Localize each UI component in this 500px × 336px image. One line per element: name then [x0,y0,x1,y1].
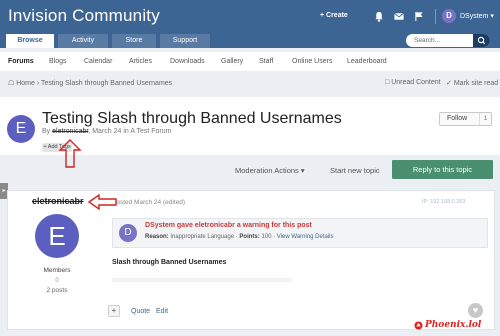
mark-read-link[interactable]: ✓ Mark site read [446,79,498,87]
tab-browse[interactable]: Browse [6,34,54,48]
breadcrumb-topic[interactable]: Testing Slash through Banned Usernames [41,80,172,87]
secondary-nav: Forums Blogs Calendar Articles Downloads… [0,52,500,71]
breadcrumb: ☖ Home › Testing Slash through Banned Us… [8,79,172,87]
create-button[interactable]: + Create [320,12,348,19]
user-avatar[interactable]: D [442,9,456,23]
user-menu[interactable]: DSystem ▾ [460,12,494,20]
author-post-count: 2 posts [46,287,68,294]
unread-label: Unread Content [391,79,441,86]
edit-button[interactable]: Edit [156,308,168,315]
subnav-online-users[interactable]: Online Users [292,58,332,65]
author-reputation: 0 [55,278,59,284]
multiquote-button[interactable]: + [108,305,120,317]
search-box: Search... [406,34,490,47]
subnav-blogs[interactable]: Blogs [49,58,67,65]
unread-content-link[interactable]: □ Unread Content [385,79,441,86]
post-content-faded [112,278,292,282]
points-label: Points: [239,234,260,240]
topic-title: Testing Slash through Banned Usernames [42,110,342,127]
heart-icon[interactable]: ♥ [468,303,483,318]
topic-meta: By eletronicabr, March 24 in A Test Foru… [42,128,171,135]
tab-store[interactable]: Store [112,34,156,48]
add-tags-button[interactable]: + Add Tags [42,143,72,152]
topic-date-forum: , March 24 in A Test Forum [88,128,172,135]
flag-icon[interactable] [413,11,425,22]
subnav-staff[interactable]: Staff [259,58,273,65]
site-header: Invision Community + Create D DSystem ▾ … [0,0,500,48]
topic-author-avatar[interactable]: E [7,115,35,143]
tab-activity[interactable]: Activity [58,34,108,48]
tab-support[interactable]: Support [160,34,210,48]
reason-label: Reason: [145,234,169,240]
post-author-avatar[interactable]: E [35,214,79,258]
post-content: Slash through Banned Usernames [112,259,227,266]
quote-button[interactable]: Quote [131,308,150,315]
header-divider [435,9,436,24]
warning-moderator-avatar[interactable]: D [119,224,137,242]
subnav-articles[interactable]: Articles [129,58,152,65]
start-new-topic-button[interactable]: Start new topic [330,166,380,175]
reason-value: Inappropriate Language [170,234,235,240]
envelope-icon[interactable] [393,11,405,22]
search-button[interactable] [473,34,490,47]
subnav-forums[interactable]: Forums [8,58,34,65]
moderation-actions-menu[interactable]: Moderation Actions ▾ [235,166,305,175]
post-card [7,190,495,330]
subnav-gallery[interactable]: Gallery [221,58,243,65]
warning-title: DSystem gave eletronicabr a warning for … [145,222,312,229]
breadcrumb-home[interactable]: Home [16,80,35,87]
bell-icon[interactable] [373,11,385,22]
post-author[interactable]: eletronicabr [32,196,84,206]
topic-author-link[interactable]: eletronicabr [52,128,88,135]
subnav-downloads[interactable]: Downloads [170,58,205,65]
reply-button[interactable]: Reply to this topic [392,160,493,179]
unread-icon: □ [385,79,390,86]
search-input[interactable]: Search... [414,37,440,44]
user-name: DSystem [460,13,489,20]
post-ip[interactable]: IP: 192.168.0.263 [422,199,465,205]
mark-read-label: Mark site read [453,80,499,87]
topic-by: By [42,128,51,135]
follow-count: 1 [479,113,491,125]
main-tabs: Browse Activity Store Support [6,34,214,48]
points-value: 100 [261,234,272,240]
watermark: Phoenix.lol [425,320,482,330]
search-icon [477,36,486,45]
site-title[interactable]: Invision Community [8,6,160,26]
warning-detail: Reason: Inappropriate Language · Points:… [145,234,334,240]
subnav-calendar[interactable]: Calendar [84,58,112,65]
view-warning-link[interactable]: View Warning Details [277,234,334,240]
post-date: Posted March 24 (edited) [112,199,185,206]
subnav-leaderboard[interactable]: Leaderboard [347,58,387,65]
check-icon: ✓ [446,80,452,87]
home-icon: ☖ [8,80,15,87]
phoenix-logo-icon [414,321,423,330]
follow-button[interactable]: Follow 1 [439,112,492,126]
author-group: Members [43,267,71,274]
follow-label: Follow [447,115,468,122]
